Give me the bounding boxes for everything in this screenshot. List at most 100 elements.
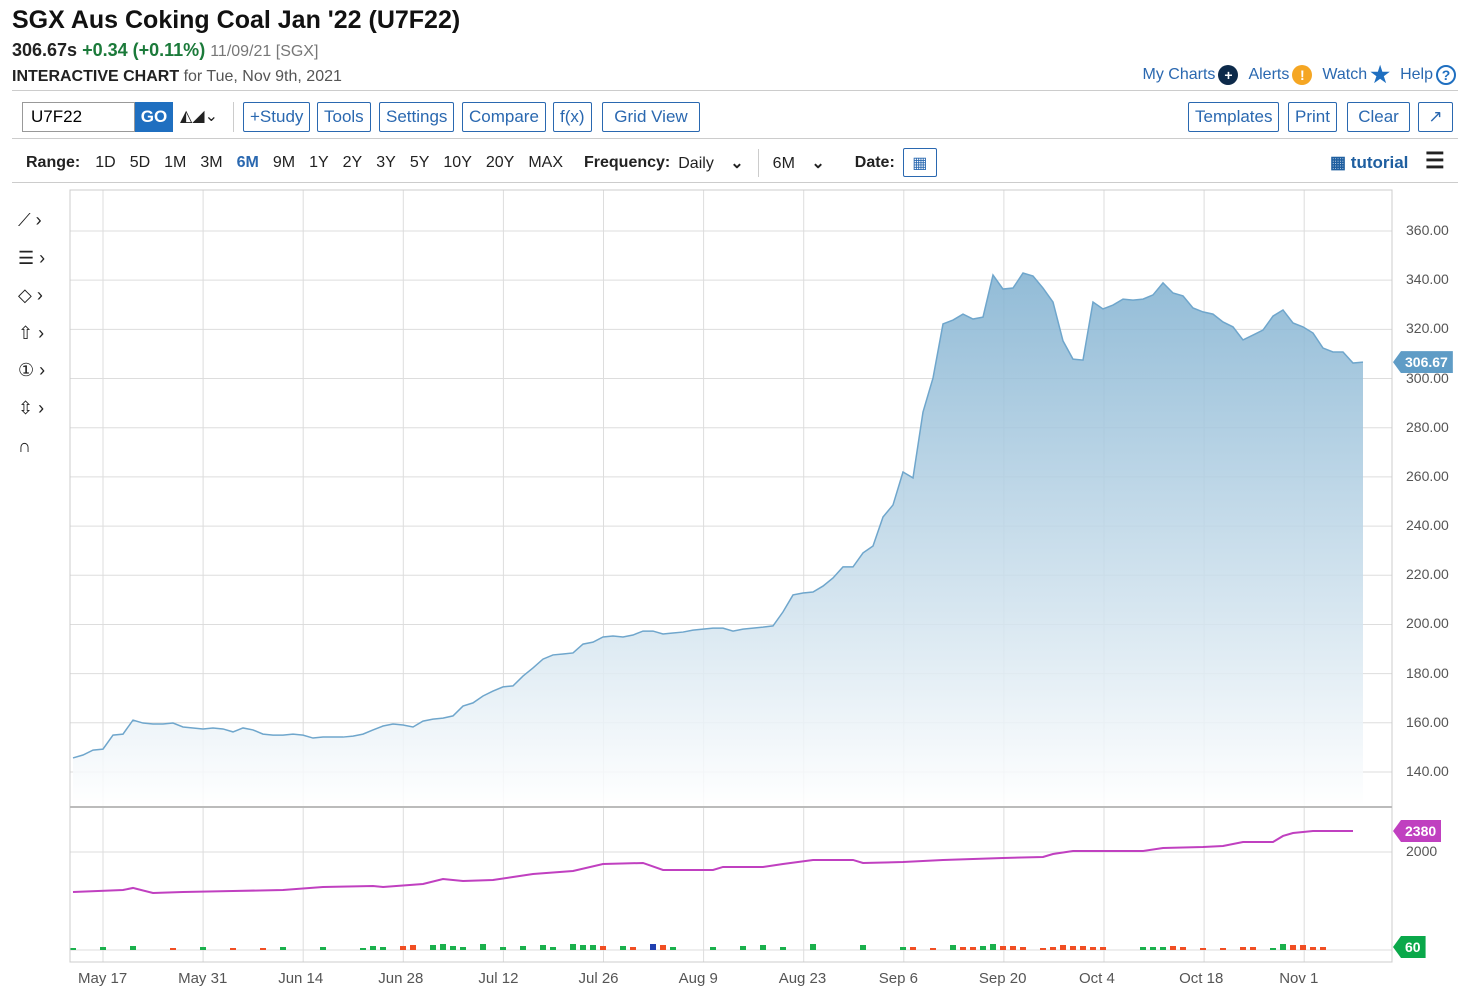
x-tick-label: Nov 1	[1279, 970, 1319, 987]
volume-bar	[670, 947, 676, 950]
volume-bar	[980, 946, 986, 950]
x-tick-label: Jul 12	[478, 970, 519, 987]
volume-bar	[580, 945, 586, 950]
y-tick-label: 280.00	[1406, 418, 1449, 435]
volume-bar	[550, 947, 556, 950]
volume-bar	[450, 946, 456, 950]
y-tick-label: 200.00	[1406, 615, 1449, 632]
volume-bar	[950, 945, 956, 950]
volume-bar	[1090, 947, 1096, 950]
volume-bar	[1080, 946, 1086, 950]
volume-bar	[620, 946, 626, 950]
y-tick-label: 320.00	[1406, 320, 1449, 337]
volume-bar	[1220, 948, 1226, 950]
volume-bar	[400, 946, 406, 950]
volume-bar	[600, 946, 606, 950]
volume-bar	[710, 947, 716, 950]
y-tick-label: 220.00	[1406, 566, 1449, 583]
volume-bar	[1060, 945, 1066, 950]
volume-bar	[1050, 947, 1056, 950]
volume-bar	[650, 944, 656, 950]
volume-bar	[1000, 946, 1006, 950]
x-tick-label: May 31	[178, 970, 228, 987]
volume-bar	[320, 947, 326, 950]
volume-bar	[370, 946, 376, 950]
volume-bar	[1280, 944, 1286, 950]
volume-bar	[780, 947, 786, 950]
volume-bar	[810, 944, 816, 950]
volume-bar	[540, 945, 546, 950]
volume-bar	[660, 945, 666, 950]
volume-bar	[960, 947, 966, 950]
volume-bar	[480, 944, 486, 950]
volume-bar	[1320, 947, 1326, 950]
volume-bar	[1270, 948, 1276, 950]
volume-bar	[1070, 946, 1076, 950]
x-tick-label: Jul 26	[578, 970, 619, 987]
volume-bar	[520, 946, 526, 950]
volume-bar	[760, 945, 766, 950]
x-tick-label: Oct 18	[1179, 970, 1224, 987]
volume-bar	[200, 947, 206, 950]
oi-tick-label: 2000	[1406, 843, 1438, 859]
volume-bar	[170, 948, 176, 950]
volume-bar	[360, 948, 366, 950]
y-tick-label: 260.00	[1406, 467, 1449, 484]
volume-bar	[590, 945, 596, 950]
x-tick-label: May 17	[78, 970, 128, 987]
price-area	[73, 273, 1363, 806]
last-price-tag: 306.67	[1393, 351, 1453, 374]
volume-bar	[70, 948, 76, 950]
price-chart[interactable]	[0, 0, 1470, 1004]
volume-bar	[500, 947, 506, 950]
x-tick-label: Sep 20	[978, 970, 1027, 987]
x-tick-label: Aug 9	[678, 970, 718, 987]
y-tick-label: 180.00	[1406, 664, 1449, 681]
volume-bar	[440, 944, 446, 950]
volume-bar	[430, 945, 436, 950]
volume-bar	[130, 946, 136, 950]
volume-bar	[1010, 946, 1016, 950]
open-interest-line	[72, 830, 1353, 894]
volume-bar	[1100, 947, 1106, 950]
volume-bar	[1040, 948, 1046, 950]
volume-bar	[1250, 947, 1256, 950]
volume-bar	[740, 946, 746, 950]
volume-bar	[1180, 947, 1186, 950]
x-tick-label: Oct 4	[1079, 970, 1115, 987]
volume-bar	[1200, 948, 1206, 950]
volume-bar	[1290, 945, 1296, 950]
volume-bar	[460, 947, 466, 950]
volume-bar	[900, 947, 906, 950]
volume-bar	[1310, 947, 1316, 950]
volume-bar	[990, 944, 996, 950]
volume-bar	[970, 947, 976, 950]
y-tick-label: 160.00	[1406, 713, 1449, 730]
volume-bar	[1020, 947, 1026, 950]
volume-bar	[230, 948, 236, 950]
volume-bar	[930, 948, 936, 950]
y-tick-label: 340.00	[1406, 271, 1449, 288]
volume-bar	[280, 947, 286, 950]
x-tick-label: Aug 23	[778, 970, 827, 987]
volume-bar	[570, 944, 576, 950]
volume-bar	[860, 945, 866, 950]
volume-bar	[410, 945, 416, 950]
x-tick-label: Jun 28	[378, 970, 424, 987]
volume-bar	[630, 947, 636, 950]
volume-bar	[1160, 947, 1166, 950]
volume-bar	[1170, 946, 1176, 950]
volume-bar	[1240, 947, 1246, 950]
volume-bar	[100, 947, 106, 950]
x-tick-label: Jun 14	[278, 970, 324, 987]
volume-bar	[1140, 947, 1146, 950]
volume-bar	[380, 947, 386, 950]
volume-bar	[910, 947, 916, 950]
x-tick-label: Sep 6	[878, 970, 918, 987]
volume-bar	[1300, 945, 1306, 950]
volume-bar	[1150, 947, 1156, 950]
volume-bar	[260, 948, 266, 950]
y-tick-label: 240.00	[1406, 517, 1449, 534]
y-tick-label: 140.00	[1406, 762, 1449, 779]
y-tick-label: 360.00	[1406, 222, 1449, 238]
